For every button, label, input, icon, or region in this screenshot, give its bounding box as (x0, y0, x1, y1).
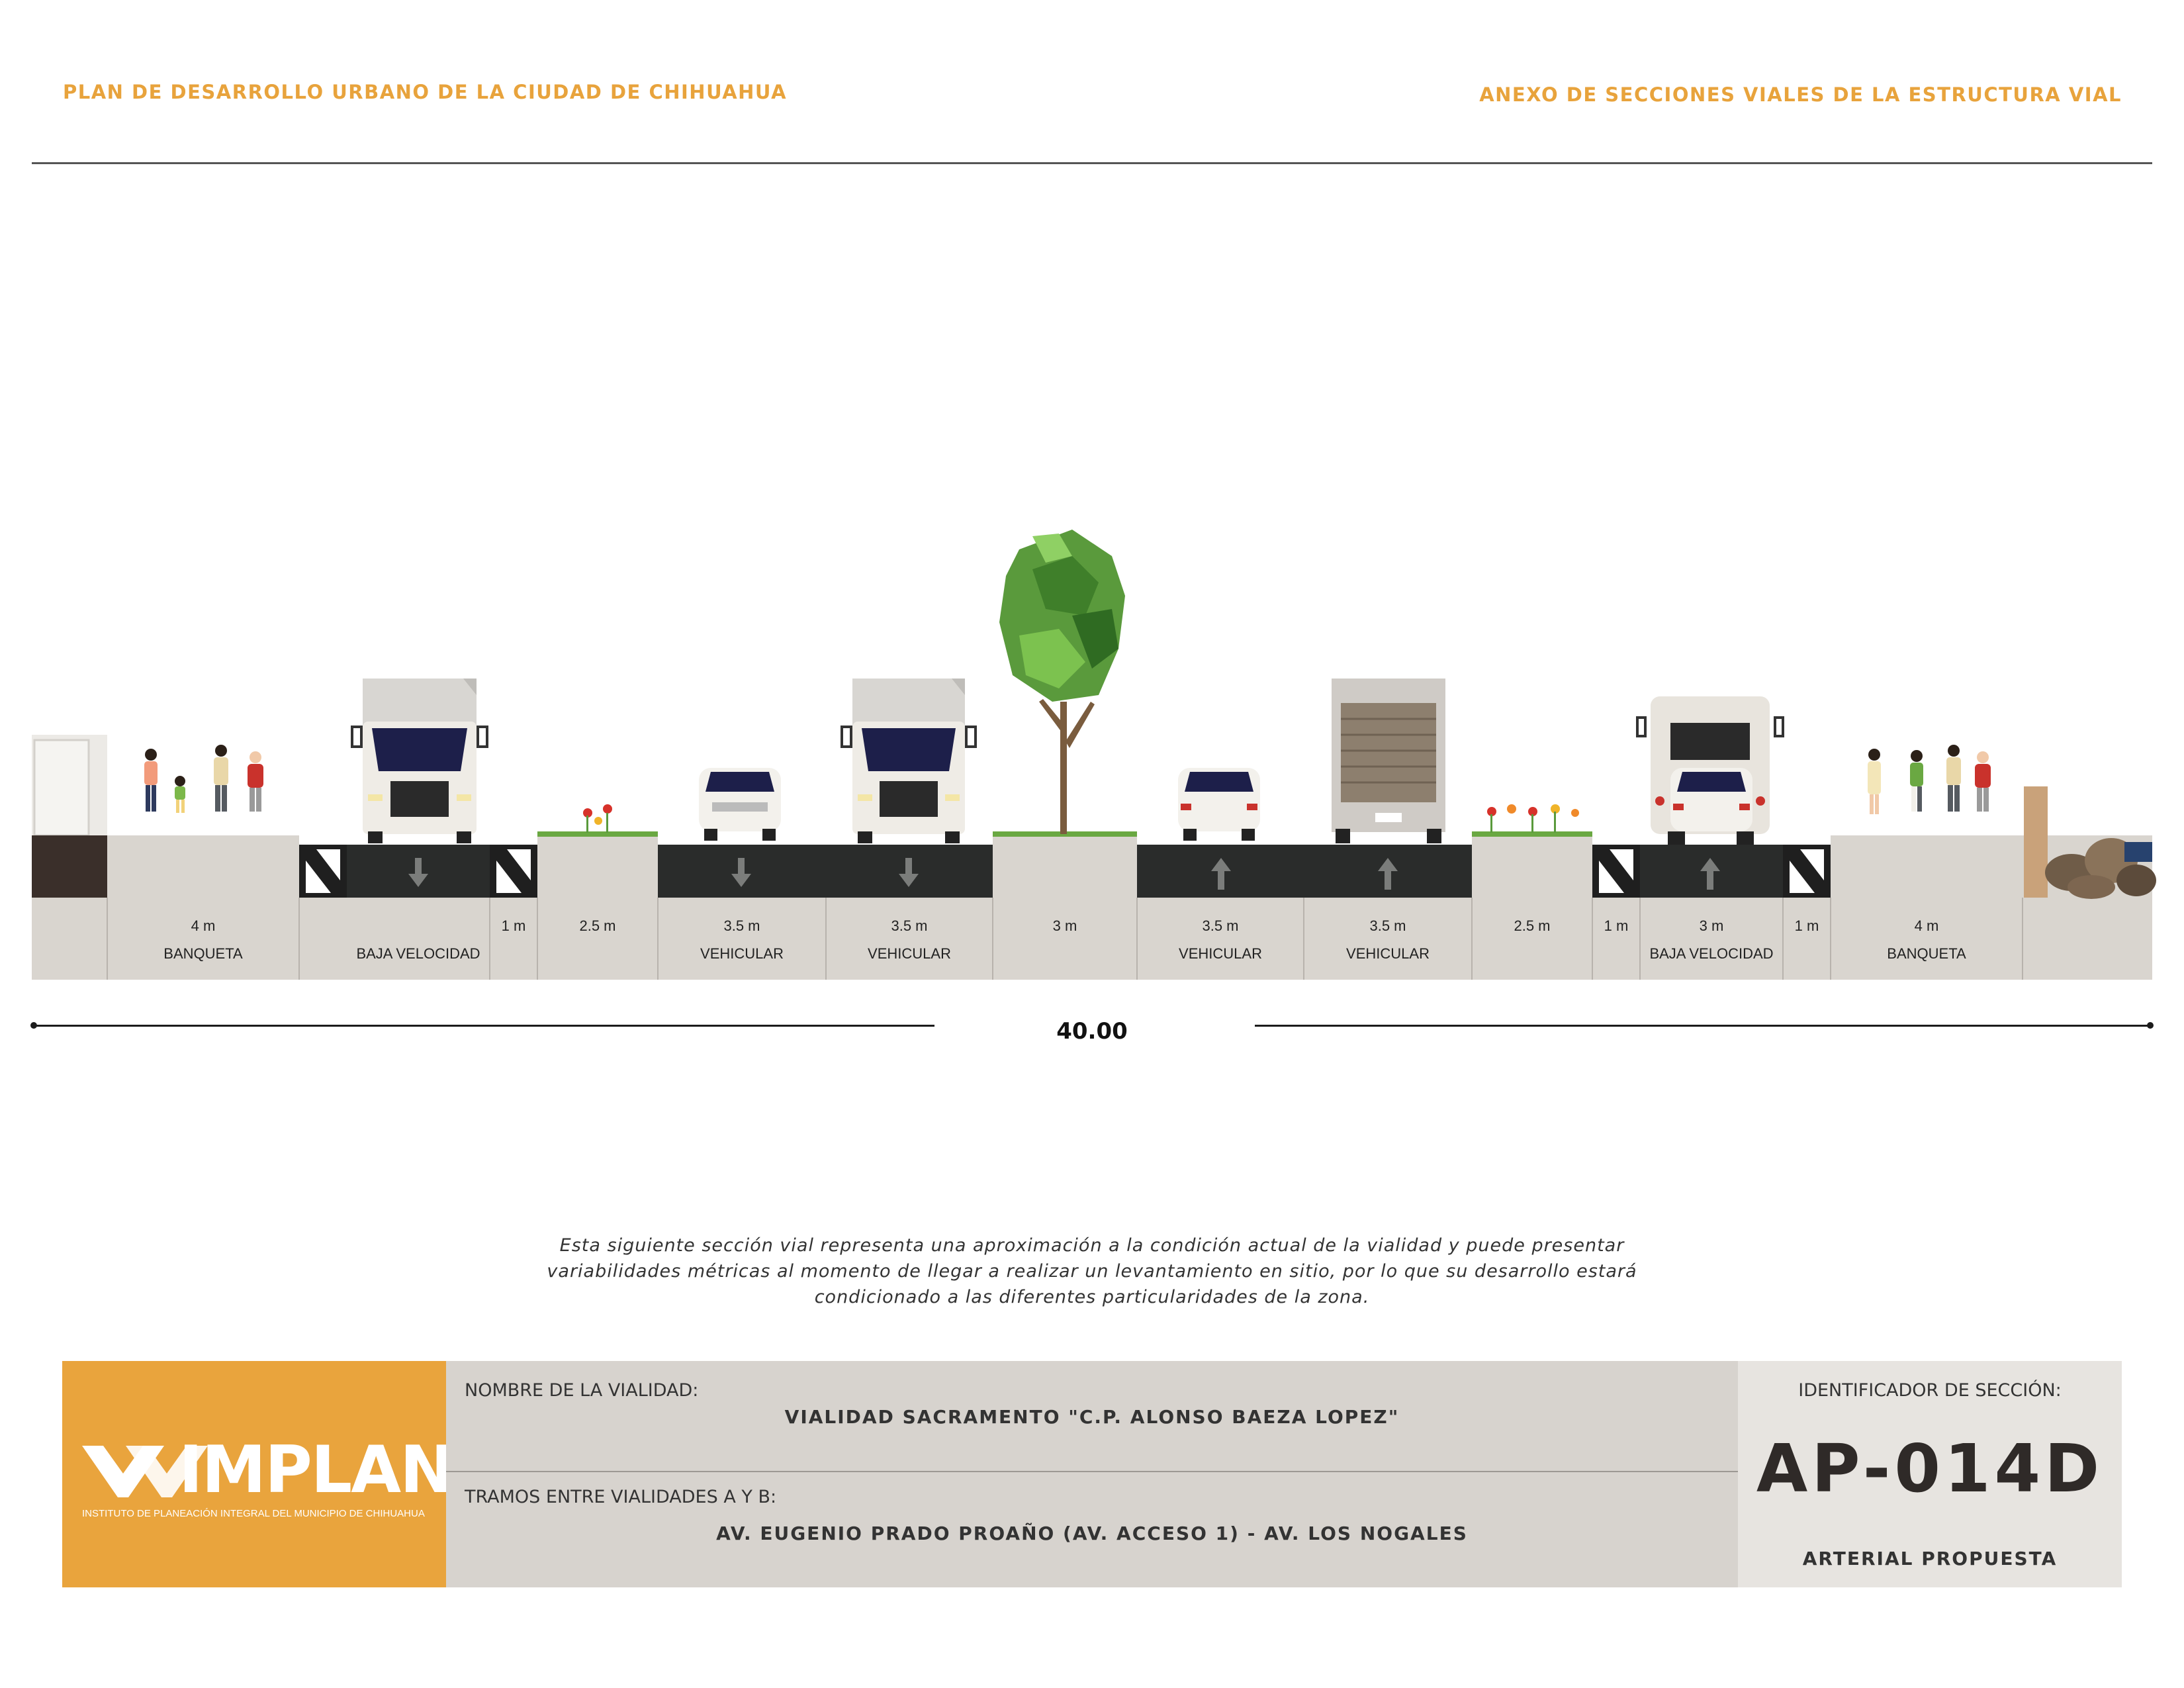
segment-width-buffer-right: 1 m (1604, 917, 1629, 934)
pedestrians-left-icon (144, 745, 263, 813)
segment-width-low-speed-right: 3 m (1699, 917, 1724, 934)
vehicular-lanes-right (1137, 845, 1472, 898)
implan-logo-text: IMPLAN (179, 1432, 454, 1508)
stretch-label: TRAMOS ENTRE VIALIDADES A Y B: (465, 1487, 777, 1507)
section-id-label: IDENTIFICADOR DE SECCIÓN: (1798, 1380, 2062, 1401)
segment-width-vehicular-2: 3.5 m (891, 917, 928, 934)
segment-width-planter-left: 2.5 m (579, 917, 616, 934)
car-rear-icon (1178, 768, 1260, 841)
segment-label-vehicular-3: VEHICULAR (1179, 945, 1262, 962)
road-name: VIALIDAD SACRAMENTO "C.P. ALONSO BAEZA L… (784, 1406, 1400, 1428)
sidewalk-right (1831, 835, 2023, 898)
implan-logo-subtitle: INSTITUTO DE PLANEACIÓN INTEGRAL DEL MUN… (82, 1508, 425, 1519)
striped-buffer-left (306, 849, 340, 893)
striped-buffer-right (1599, 849, 1633, 893)
box-truck-rear-icon (1332, 679, 1445, 843)
dimension-line-left (33, 1025, 934, 1027)
dimension-line-right (1255, 1025, 2150, 1027)
total-width: 40.00 (1056, 1018, 1128, 1045)
segment-width-vehicular-4: 3.5 m (1369, 917, 1406, 934)
road-name-label: NOMBRE DE LA VIALIDAD: (465, 1380, 699, 1401)
pedestrians-right-icon (1868, 745, 1991, 814)
stretch-value: AV. EUGENIO PRADO PROAÑO (AV. ACCESO 1) … (716, 1523, 1468, 1544)
left-wall-base (32, 835, 107, 898)
road-classification: ARTERIAL PROPUESTA (1802, 1548, 2058, 1570)
car-front-icon (699, 768, 781, 841)
segment-label-sidewalk-left: BANQUETA (163, 945, 243, 962)
segment-width-sidewalk-left: 4 m (191, 917, 216, 934)
segment-label-vehicular-2: VEHICULAR (868, 945, 951, 962)
segment-width-planter-right: 2.5 m (1514, 917, 1551, 934)
segment-label-vehicular-1: VEHICULAR (700, 945, 784, 962)
segment-width-vehicular-1: 3.5 m (723, 917, 760, 934)
section-base-band (32, 898, 2152, 980)
planter-right (1472, 835, 1592, 898)
sidewalk-left (107, 835, 299, 898)
vehicular-lanes-left (658, 845, 993, 898)
dimension-endpoint-right (2147, 1022, 2154, 1029)
segment-label-vehicular-4: VEHICULAR (1346, 945, 1430, 962)
segment-width-vehicular-3: 3.5 m (1202, 917, 1239, 934)
segment-label-sidewalk-right: BANQUETA (1887, 945, 1966, 962)
car-rear-icon (1670, 768, 1752, 831)
truck-front-icon (841, 679, 977, 843)
section-id: AP-014D (1756, 1430, 2104, 1507)
segment-width-median: 3 m (1052, 917, 1077, 934)
segment-label-low-speed-right: BAJA VELOCIDAD (1649, 945, 1774, 962)
disclaimer-note: Esta siguiente sección vial representa u… (547, 1235, 1637, 1307)
striped-buffer-right-2 (1790, 849, 1824, 893)
segment-width-buffer-left: 1 m (501, 917, 526, 934)
title-block-divider (446, 1471, 1738, 1472)
flowers-left-icon (583, 804, 612, 833)
flowers-right-icon (1487, 804, 1579, 833)
implan-logo: IMPLAN INSTITUTO DE PLANEACIÓN INTEGRAL … (62, 1361, 454, 1587)
central-median (993, 835, 1137, 898)
segment-width-sidewalk-right: 4 m (1914, 917, 1939, 934)
right-post (2024, 786, 2048, 898)
truck-front-icon (351, 679, 488, 843)
segment-width-buffer-right-2: 1 m (1794, 917, 1819, 934)
tree-icon (999, 530, 1125, 834)
striped-buffer-left-2 (496, 849, 531, 893)
segment-label-low-speed-left: BAJA VELOCIDAD (356, 945, 480, 962)
planter-left (537, 835, 658, 898)
